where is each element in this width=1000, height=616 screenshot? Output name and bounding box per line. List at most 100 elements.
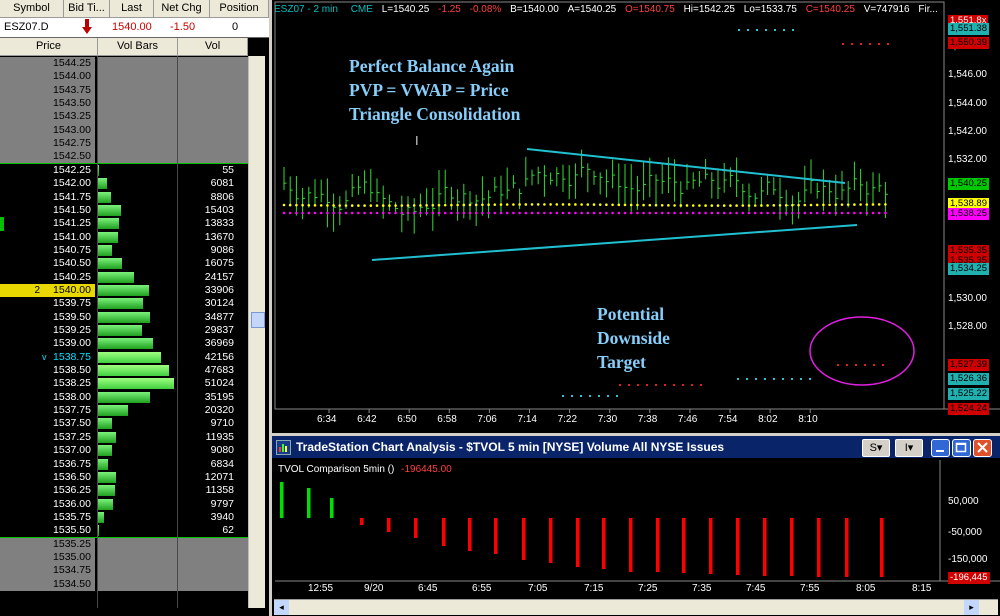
ladder-row[interactable]: 1535.00 — [0, 550, 264, 565]
ladder-row[interactable]: 1538.50 47683 — [0, 364, 264, 378]
tvol-tick-label: -150,000 — [948, 554, 988, 565]
scroll-left-icon[interactable]: ◂ — [274, 600, 289, 615]
ladder-row[interactable]: 1541.75 8806 — [0, 190, 264, 204]
ladder-row[interactable]: 1541.50 15403 — [0, 203, 264, 218]
ladder-row[interactable]: 1543.50 — [0, 97, 264, 111]
vwap-dot — [735, 204, 738, 207]
volume-bar — [98, 378, 174, 390]
ladder-row[interactable]: 1538.75 v 42156 — [0, 350, 264, 364]
ladder-row[interactable]: 1537.50 9710 — [0, 417, 264, 431]
pvp-dot — [394, 211, 397, 215]
ladder-row[interactable]: 1536.00 9797 — [0, 497, 264, 511]
vwap-dot — [741, 204, 745, 207]
symbol-row[interactable]: ESZ07.D 1540.00 -1.50 0 — [0, 18, 269, 37]
ladder-row[interactable]: 1538.25 51024 — [0, 377, 264, 391]
ladder-price: 1535.50 — [0, 524, 95, 538]
ladder-row[interactable]: 1535.50 62 — [0, 524, 264, 538]
volume-bar — [98, 218, 119, 230]
ladder-row[interactable]: 1543.25 — [0, 110, 264, 124]
ladder-volume: 51024 — [204, 377, 234, 390]
last-header[interactable]: Last — [110, 0, 154, 18]
ladder-row[interactable]: 1544.00 — [0, 70, 264, 84]
volbars-column-header[interactable]: Vol Bars — [98, 38, 178, 56]
ladder-row[interactable]: 1535.25 — [0, 537, 264, 551]
pvp-dot — [654, 211, 658, 215]
ladder-price: 1539.00 — [0, 337, 95, 351]
ladder-price: 1544.00 — [0, 70, 95, 84]
pvp-dot — [450, 211, 453, 215]
band-dots — [616, 395, 618, 397]
vwap-dot — [313, 204, 317, 207]
band-dots — [682, 384, 684, 386]
horizontal-scrollbar[interactable]: ◂ ▸ — [274, 599, 998, 615]
pvp-dot — [580, 211, 583, 215]
ladder-row[interactable]: 1536.50 12071 — [0, 470, 264, 485]
ladder-row[interactable]: 1538.00 35195 — [0, 390, 264, 405]
tvol-chart-window[interactable]: TradeStation Chart Analysis - $TVOL 5 mi… — [272, 436, 1000, 616]
volume-bar — [98, 204, 121, 216]
ladder-row[interactable]: 1539.25 29837 — [0, 324, 264, 338]
ladder-row[interactable]: 1541.25 13833 — [0, 217, 264, 231]
pvp-dot — [859, 211, 862, 215]
ladder-row[interactable]: 1540.00 2 33906 — [0, 283, 264, 298]
band-dots — [589, 395, 591, 397]
vwap-dot — [338, 204, 342, 207]
ladder-volume: 9797 — [210, 497, 234, 510]
ladder-row[interactable]: 1540.50 16075 — [0, 257, 264, 271]
price-column-header[interactable]: Price — [0, 38, 98, 56]
ladder-row[interactable]: 1534.50 — [0, 577, 264, 591]
ladder-volume: 42156 — [204, 350, 234, 363]
volume-bar — [98, 525, 99, 537]
pvp-dot — [803, 211, 807, 215]
vwap-dot — [884, 203, 887, 206]
price-tick-label: 1,530.00 — [948, 293, 987, 304]
band-dots — [756, 29, 758, 31]
vwap-dot — [791, 203, 794, 207]
ladder-row[interactable]: 1539.75 30124 — [0, 297, 264, 311]
vwap-dot — [431, 203, 435, 207]
ladder-row[interactable]: 1543.75 — [0, 83, 264, 97]
price-chart-window[interactable]: ESZ07 - 2 min CME L=1540.25 -1.25 -0.08%… — [272, 0, 1000, 433]
ladder-row[interactable]: 1542.00 6081 — [0, 177, 264, 191]
tvol-down-bar — [576, 518, 580, 567]
scroll-right-icon[interactable]: ▸ — [964, 600, 979, 615]
ladder-price: 1539.25 — [0, 324, 95, 338]
ladder-row[interactable]: 1535.75 3940 — [0, 510, 264, 525]
ladder-price: 1544.25 — [0, 57, 95, 71]
tvol-down-bar — [360, 518, 364, 525]
netchg-header[interactable]: Net Chg — [154, 0, 210, 18]
ladder-row[interactable]: 1542.25 55 — [0, 163, 264, 178]
tvol-tick-label: 50,000 — [948, 496, 979, 507]
ladder-row[interactable]: 1536.25 11358 — [0, 484, 264, 498]
ladder-row[interactable]: 1542.50 — [0, 150, 264, 164]
ladder-row[interactable]: 1537.75 20320 — [0, 404, 264, 418]
vwap-dot — [822, 203, 825, 207]
ladder-row[interactable]: 1542.75 — [0, 137, 264, 151]
ladder-row[interactable]: 1537.25 11935 — [0, 430, 264, 445]
ladder-row[interactable]: 1534.75 — [0, 564, 264, 578]
vwap-dot — [425, 204, 428, 207]
position-header[interactable]: Position — [210, 0, 269, 18]
ladder-scrollbar[interactable] — [248, 56, 265, 608]
tvol-down-bar — [468, 518, 472, 551]
ladder-row[interactable]: 1540.25 24157 — [0, 270, 264, 284]
price-tick-label: 1,546.00 — [948, 69, 987, 80]
vwap-dot — [853, 203, 856, 206]
ladder-row[interactable]: 1544.25 — [0, 57, 264, 71]
pvp-dot — [611, 211, 614, 215]
ladder-row[interactable]: 1539.50 34877 — [0, 310, 264, 324]
vol-column-header[interactable]: Vol — [178, 38, 248, 56]
scroll-thumb[interactable] — [251, 312, 265, 328]
symbol-header[interactable]: Symbol — [0, 0, 64, 18]
ladder-row[interactable]: 1539.00 36969 — [0, 337, 264, 351]
ladder-row[interactable]: 1543.00 — [0, 123, 264, 138]
volume-bar — [98, 458, 109, 470]
price-tag: 1,550.39 — [948, 37, 989, 49]
tvol-time-label: 7:35 — [692, 583, 712, 594]
ladder-row[interactable]: 1537.00 9080 — [0, 444, 264, 458]
ladder-row[interactable]: 1541.00 13670 — [0, 230, 264, 244]
ladder-price: 1537.50 — [0, 417, 95, 431]
ladder-row[interactable]: 1540.75 9086 — [0, 243, 264, 258]
bid-tick-header[interactable]: Bid Ti... — [64, 0, 110, 18]
ladder-row[interactable]: 1536.75 6834 — [0, 457, 264, 471]
